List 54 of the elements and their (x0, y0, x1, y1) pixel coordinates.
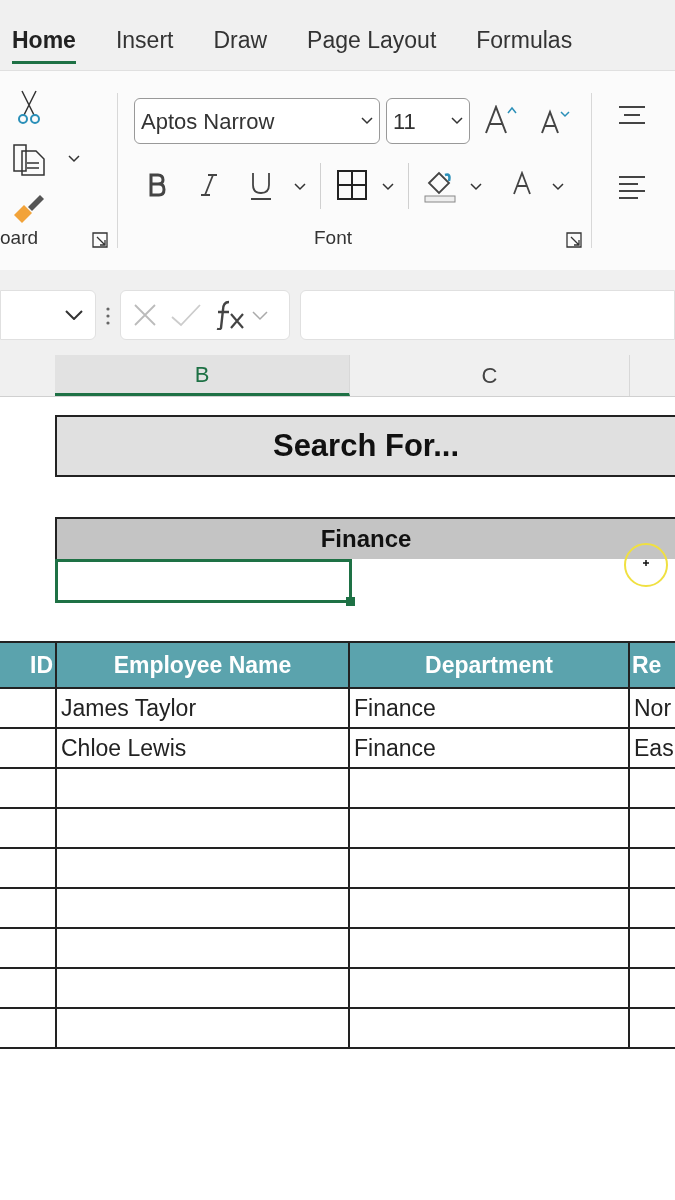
more-options-icon[interactable] (106, 307, 110, 325)
font-name-dropdown[interactable]: Aptos Narrow (134, 98, 380, 144)
filter-header: Finance (55, 517, 675, 559)
column-header[interactable]: B (55, 355, 350, 396)
cursor-highlight-icon (622, 541, 670, 589)
table-cell: James Taylor (55, 689, 350, 729)
table-cell: Finance (350, 689, 630, 729)
copy-icon[interactable] (12, 143, 46, 177)
font-size-value: 11 (393, 107, 416, 136)
formula-input[interactable] (300, 290, 675, 340)
caret-icon (361, 117, 373, 125)
font-color-icon[interactable] (512, 171, 532, 195)
decrease-font-size-icon[interactable] (540, 109, 570, 135)
caret-icon[interactable] (382, 183, 394, 191)
align-left-icon[interactable] (618, 175, 646, 199)
font-size-dropdown[interactable]: 11 (386, 98, 470, 144)
dialog-launcher-icon[interactable] (566, 232, 582, 248)
table-header: ID (0, 641, 55, 689)
align-top-icon[interactable] (618, 105, 646, 125)
table-cell: Finance (350, 729, 630, 769)
insert-function-icon[interactable] (215, 300, 271, 330)
caret-icon (451, 117, 463, 125)
font-name-value: Aptos Narrow (141, 107, 275, 136)
table-cell: Chloe Lewis (55, 729, 350, 769)
ribbon-tab[interactable]: Insert (115, 22, 174, 64)
table-header: Re (630, 641, 675, 689)
ribbon-tab[interactable]: Home (12, 22, 76, 64)
italic-icon[interactable] (200, 173, 218, 197)
borders-icon[interactable] (336, 169, 368, 201)
input-cell[interactable] (55, 559, 352, 603)
dialog-launcher-icon[interactable] (92, 232, 108, 248)
group-label: Font (314, 225, 353, 250)
caret-icon[interactable] (68, 155, 80, 163)
caret-icon[interactable] (470, 183, 482, 191)
ribbon-tab[interactable]: Page Layout (307, 22, 437, 64)
increase-font-size-icon[interactable] (484, 105, 518, 135)
table-cell: Eas (630, 729, 675, 769)
ribbon-tab[interactable]: Draw (213, 22, 268, 64)
caret-icon[interactable] (552, 183, 564, 191)
search-title: Search For... (55, 415, 675, 477)
underline-icon[interactable] (250, 171, 272, 201)
table-header: Employee Name (55, 641, 350, 689)
paintbrush-icon[interactable] (12, 193, 46, 225)
table-header: Department (350, 641, 630, 689)
fill-handle[interactable] (346, 597, 355, 606)
caret-icon[interactable] (294, 183, 306, 191)
table-cell: Nor (630, 689, 675, 729)
caret-icon (65, 310, 83, 320)
scissors-icon[interactable] (16, 89, 42, 125)
checkmark-icon[interactable] (171, 303, 201, 327)
ribbon-tab[interactable]: Formulas (476, 22, 573, 64)
column-header[interactable]: C (350, 355, 630, 396)
group-label: oard (0, 225, 39, 250)
bold-icon[interactable] (148, 173, 166, 197)
